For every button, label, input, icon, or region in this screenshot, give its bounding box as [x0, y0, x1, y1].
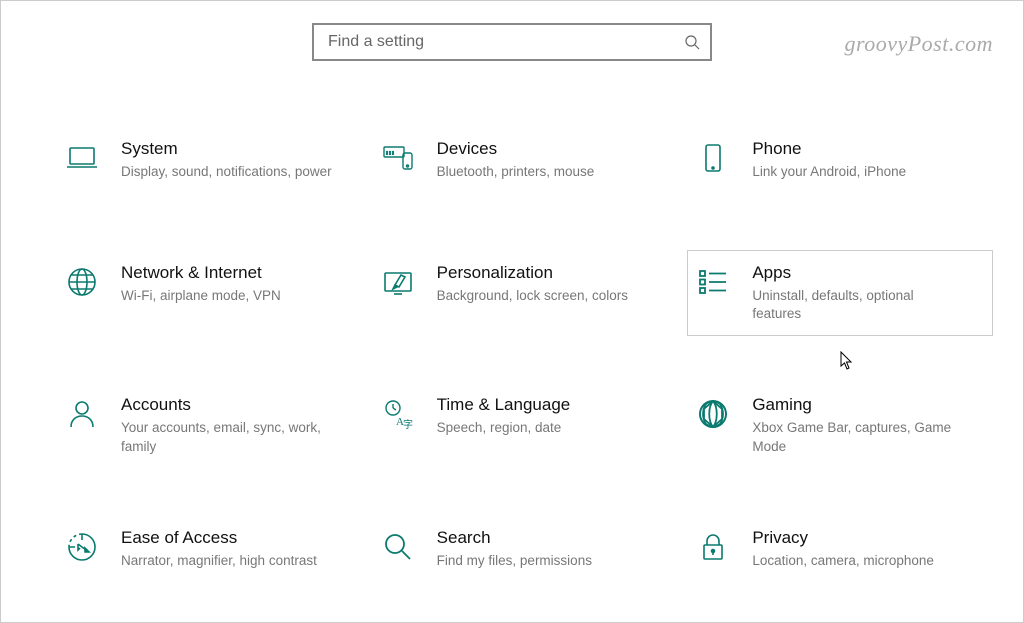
personalize-icon	[381, 265, 415, 299]
tile-desc: Link your Android, iPhone	[752, 163, 982, 181]
tile-title: Accounts	[121, 395, 351, 415]
tile-desc: Uninstall, defaults, optional features	[752, 287, 982, 323]
ease-icon	[65, 530, 99, 564]
tile-desc: Wi-Fi, airplane mode, VPN	[121, 287, 351, 305]
tile-title: System	[121, 139, 351, 159]
tile-text: Privacy Location, camera, microphone	[752, 528, 982, 570]
tile-title: Gaming	[752, 395, 982, 415]
lock-icon	[696, 530, 730, 564]
globe-icon	[65, 265, 99, 299]
tile-text: Search Find my files, permissions	[437, 528, 667, 570]
tile-accounts[interactable]: Accounts Your accounts, email, sync, work…	[56, 382, 362, 468]
tile-text: Apps Uninstall, defaults, optional featur…	[752, 263, 982, 323]
tile-title: Devices	[437, 139, 667, 159]
tile-desc: Your accounts, email, sync, work, family	[121, 419, 351, 455]
tile-text: Time & Language Speech, region, date	[437, 395, 667, 437]
tile-desc: Bluetooth, printers, mouse	[437, 163, 667, 181]
tile-text: Gaming Xbox Game Bar, captures, Game Mode	[752, 395, 982, 455]
tile-desc: Location, camera, microphone	[752, 552, 982, 570]
tile-text: Devices Bluetooth, printers, mouse	[437, 139, 667, 181]
tile-personalization[interactable]: Personalization Background, lock screen, …	[372, 250, 678, 336]
search-icon	[684, 34, 700, 50]
tile-search[interactable]: Search Find my files, permissions	[372, 515, 678, 593]
tile-title: Phone	[752, 139, 982, 159]
tile-title: Apps	[752, 263, 982, 283]
tile-devices[interactable]: Devices Bluetooth, printers, mouse	[372, 126, 678, 204]
tile-title: Search	[437, 528, 667, 548]
tile-ease[interactable]: Ease of Access Narrator, magnifier, high …	[56, 515, 362, 593]
search-input[interactable]	[328, 33, 684, 51]
tile-apps[interactable]: Apps Uninstall, defaults, optional featur…	[687, 250, 993, 336]
tile-title: Privacy	[752, 528, 982, 548]
tile-text: Ease of Access Narrator, magnifier, high …	[121, 528, 351, 570]
tile-desc: Narrator, magnifier, high contrast	[121, 552, 351, 570]
tile-title: Network & Internet	[121, 263, 351, 283]
laptop-icon	[65, 141, 99, 175]
tile-desc: Display, sound, notifications, power	[121, 163, 351, 181]
tile-time[interactable]: A字 Time & Language Speech, region, date	[372, 382, 678, 468]
apps-icon	[696, 265, 730, 299]
tile-title: Ease of Access	[121, 528, 351, 548]
tile-desc: Speech, region, date	[437, 419, 667, 437]
tile-phone[interactable]: Phone Link your Android, iPhone	[687, 126, 993, 204]
person-icon	[65, 397, 99, 431]
settings-grid: System Display, sound, notifications, pow…	[56, 126, 993, 593]
tile-title: Personalization	[437, 263, 667, 283]
tile-text: Accounts Your accounts, email, sync, work…	[121, 395, 351, 455]
tile-desc: Find my files, permissions	[437, 552, 667, 570]
tile-desc: Background, lock screen, colors	[437, 287, 667, 305]
tile-text: Phone Link your Android, iPhone	[752, 139, 982, 181]
tile-privacy[interactable]: Privacy Location, camera, microphone	[687, 515, 993, 593]
devices-icon	[381, 141, 415, 175]
tile-title: Time & Language	[437, 395, 667, 415]
tile-desc: Xbox Game Bar, captures, Game Mode	[752, 419, 982, 455]
tile-text: Network & Internet Wi-Fi, airplane mode, …	[121, 263, 351, 305]
search-box[interactable]	[312, 23, 712, 61]
time-lang-icon: A字	[381, 397, 415, 431]
tile-text: Personalization Background, lock screen, …	[437, 263, 667, 305]
tile-text: System Display, sound, notifications, pow…	[121, 139, 351, 181]
phone-icon	[696, 141, 730, 175]
tile-system[interactable]: System Display, sound, notifications, pow…	[56, 126, 362, 204]
gaming-icon	[696, 397, 730, 431]
search-cat-icon	[381, 530, 415, 564]
tile-network[interactable]: Network & Internet Wi-Fi, airplane mode, …	[56, 250, 362, 336]
svg-text:字: 字	[403, 418, 413, 431]
watermark-text: groovyPost.com	[844, 31, 993, 57]
tile-gaming[interactable]: Gaming Xbox Game Bar, captures, Game Mode	[687, 382, 993, 468]
